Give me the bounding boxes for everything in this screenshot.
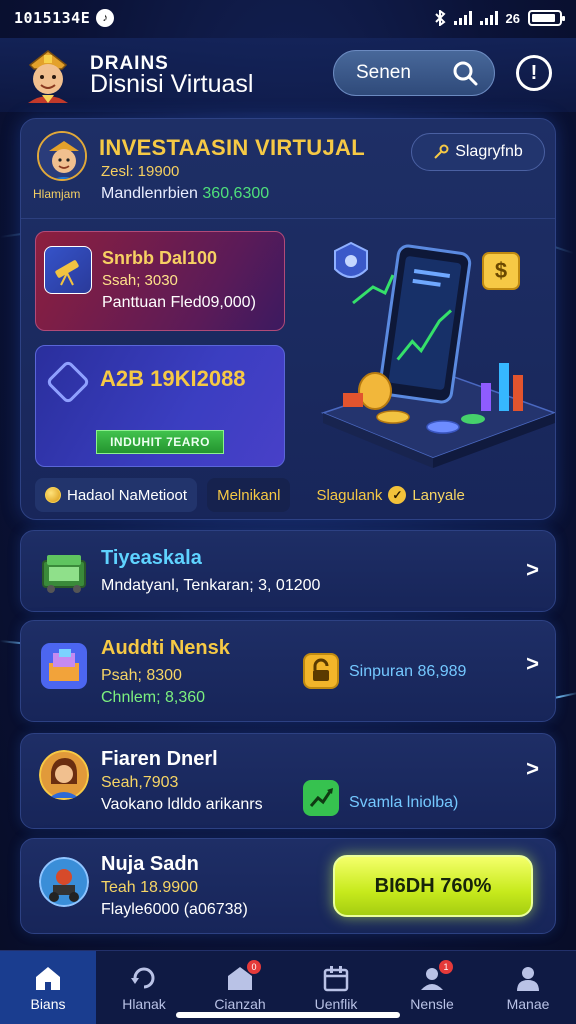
search-icon	[453, 61, 478, 86]
tile-blue-badge[interactable]: INDUHIT 7EARO	[96, 430, 224, 454]
home-icon	[36, 966, 60, 990]
nav-label: Bians	[30, 995, 66, 1012]
check-icon: ✓	[388, 486, 407, 504]
money-box-icon	[42, 555, 86, 593]
card-subtitle: Zesl: 19900	[101, 163, 180, 180]
telescope-icon	[44, 246, 92, 294]
list-item-title: Fiaren Dnerl	[101, 748, 218, 770]
card-footer: Hadaol NaMetioot Melnikanl Slagulank ✓ L…	[21, 475, 555, 515]
list-item[interactable]: Fiaren Dnerl Seah,7903 Vaokano ldldo ari…	[20, 733, 556, 829]
avatar-caption: Hlamjam	[33, 187, 81, 201]
offer-tile-blue[interactable]: A2B 19KI2088 INDUHIT 7EARO	[35, 345, 285, 467]
list-item-detail-2: Vaokano ldldo arikanrs	[101, 796, 263, 813]
list-item-detail: Psah; 8300	[101, 667, 182, 684]
offer-tile-red[interactable]: Snrbb Dal100 Ssah; 3030 Panttuan Fled09,…	[35, 231, 285, 331]
tiktok-icon: ♪	[96, 9, 115, 27]
list-item[interactable]: Tiyeaskala Mndatyanl, Tenkaran; 3, 01200…	[20, 530, 556, 612]
tile-red-title: Snrbb Dal100	[102, 248, 218, 268]
brand: DRAINS Disnisi Virtuasl	[90, 54, 253, 97]
refresh-icon	[131, 967, 155, 988]
tag-button[interactable]: Slagryfnb	[411, 133, 545, 171]
signal-icon	[453, 11, 472, 25]
search-button[interactable]: Senen	[333, 50, 495, 96]
list-item-title: Auddti Nensk	[101, 637, 230, 659]
search-label: Senen	[356, 62, 411, 83]
team-icon: 1	[417, 959, 453, 992]
footer-link2: Lanyale	[412, 486, 465, 504]
store-icon: 0	[225, 959, 261, 992]
nav-label: Nensle	[410, 995, 454, 1012]
investment-illustration: $	[320, 241, 555, 468]
tile-red-line2: Panttuan Fled09,000)	[102, 294, 256, 311]
tile-red-line1: Ssah; 3030	[102, 272, 178, 289]
list-item-detail-2: Chnlem; 8,360	[101, 689, 206, 706]
tile-blue-title: A2B 19KI2088	[100, 366, 246, 391]
list-item-extra: Svamla lniolba)	[349, 794, 459, 811]
coin-icon	[45, 487, 61, 503]
balance-label: Mandlenrbien	[101, 185, 198, 202]
bluetooth-icon	[434, 10, 446, 26]
nav-item-home[interactable]: Bians	[0, 951, 96, 1024]
nav-item-profile[interactable]: Manae	[480, 951, 576, 1024]
brand-title: Disnisi Virtuasl	[90, 69, 254, 98]
nav-label: Manae	[506, 995, 550, 1012]
card-avatar	[37, 131, 87, 181]
lock-icon	[303, 653, 339, 689]
rider-avatar-icon	[39, 857, 89, 907]
card-header: Hlamjam INVESTAASIN VIRTUJAL Zesl: 19900…	[21, 119, 555, 219]
list-item-extra: Sinpuran 86,989	[349, 663, 467, 680]
footer-pill-notifications[interactable]: Hadaol NaMetioot	[35, 478, 198, 512]
home-indicator[interactable]	[176, 1012, 400, 1018]
chevron-right-icon: >	[526, 756, 539, 781]
footer-link1: Slagulank	[316, 486, 383, 504]
notification-badge: 1	[439, 959, 453, 974]
list-item-title: Nuja Sadn	[101, 853, 199, 875]
balance-value: 360,6300	[202, 185, 270, 202]
nav-label: Cianzah	[214, 995, 266, 1012]
cube-stack-icon	[41, 643, 87, 689]
chevron-right-icon: >	[526, 651, 539, 676]
info-icon[interactable]: !	[516, 55, 552, 91]
list-item[interactable]: Auddti Nensk Psah; 8300 Chnlem; 8,360 Si…	[20, 620, 556, 722]
profile-avatar-icon	[39, 750, 89, 800]
footer-pill-secondary[interactable]: Melnikanl	[207, 478, 291, 512]
app-header: DRAINS Disnisi Virtuasl Senen !	[0, 38, 576, 112]
cta-button[interactable]: BI6DH 760%	[333, 855, 533, 917]
profile-icon	[517, 966, 539, 991]
list-item-detail-2: Flayle6000 (a06738)	[101, 901, 248, 918]
list-item-title: Tiyeaskala	[101, 547, 202, 569]
status-time: 1015134E	[14, 9, 91, 27]
list-item-detail: Seah,7903	[101, 774, 179, 791]
tag-button-label: Slagryfnb	[455, 143, 523, 160]
status-bar: 1015134E ♪ 26	[0, 0, 576, 36]
list-item-detail: Teah 18.9900	[101, 879, 198, 896]
nav-label: Hlanak	[122, 995, 166, 1012]
investment-card: Hlamjam INVESTAASIN VIRTUJAL Zesl: 19900…	[20, 118, 556, 520]
footer-pill2-label: Melnikanl	[217, 486, 281, 504]
battery-icon	[528, 10, 565, 26]
footer-pill1-label: Hadaol NaMetioot	[67, 486, 188, 504]
diamond-icon	[45, 359, 91, 405]
chart-up-icon	[303, 780, 339, 816]
nav-label: Uenflik	[314, 995, 358, 1012]
notification-badge: 0	[247, 959, 261, 974]
chevron-right-icon: >	[526, 557, 539, 582]
battery-percent: 26	[505, 10, 520, 26]
calendar-icon	[323, 965, 349, 991]
svg-text:$: $	[495, 258, 507, 283]
signal-icon-2	[479, 11, 498, 25]
list-item[interactable]: Nuja Sadn Teah 18.9900 Flayle6000 (a0673…	[20, 838, 556, 934]
footer-links[interactable]: Slagulank ✓ Lanyale	[316, 486, 465, 504]
list-item-detail: Mndatyanl, Tenkaran; 3, 01200	[101, 577, 321, 594]
avatar[interactable]	[18, 45, 78, 105]
card-balance-line: Mandlenrbien 360,6300	[101, 185, 269, 203]
key-icon	[434, 144, 449, 159]
card-title: INVESTAASIN VIRTUJAL	[99, 135, 365, 160]
